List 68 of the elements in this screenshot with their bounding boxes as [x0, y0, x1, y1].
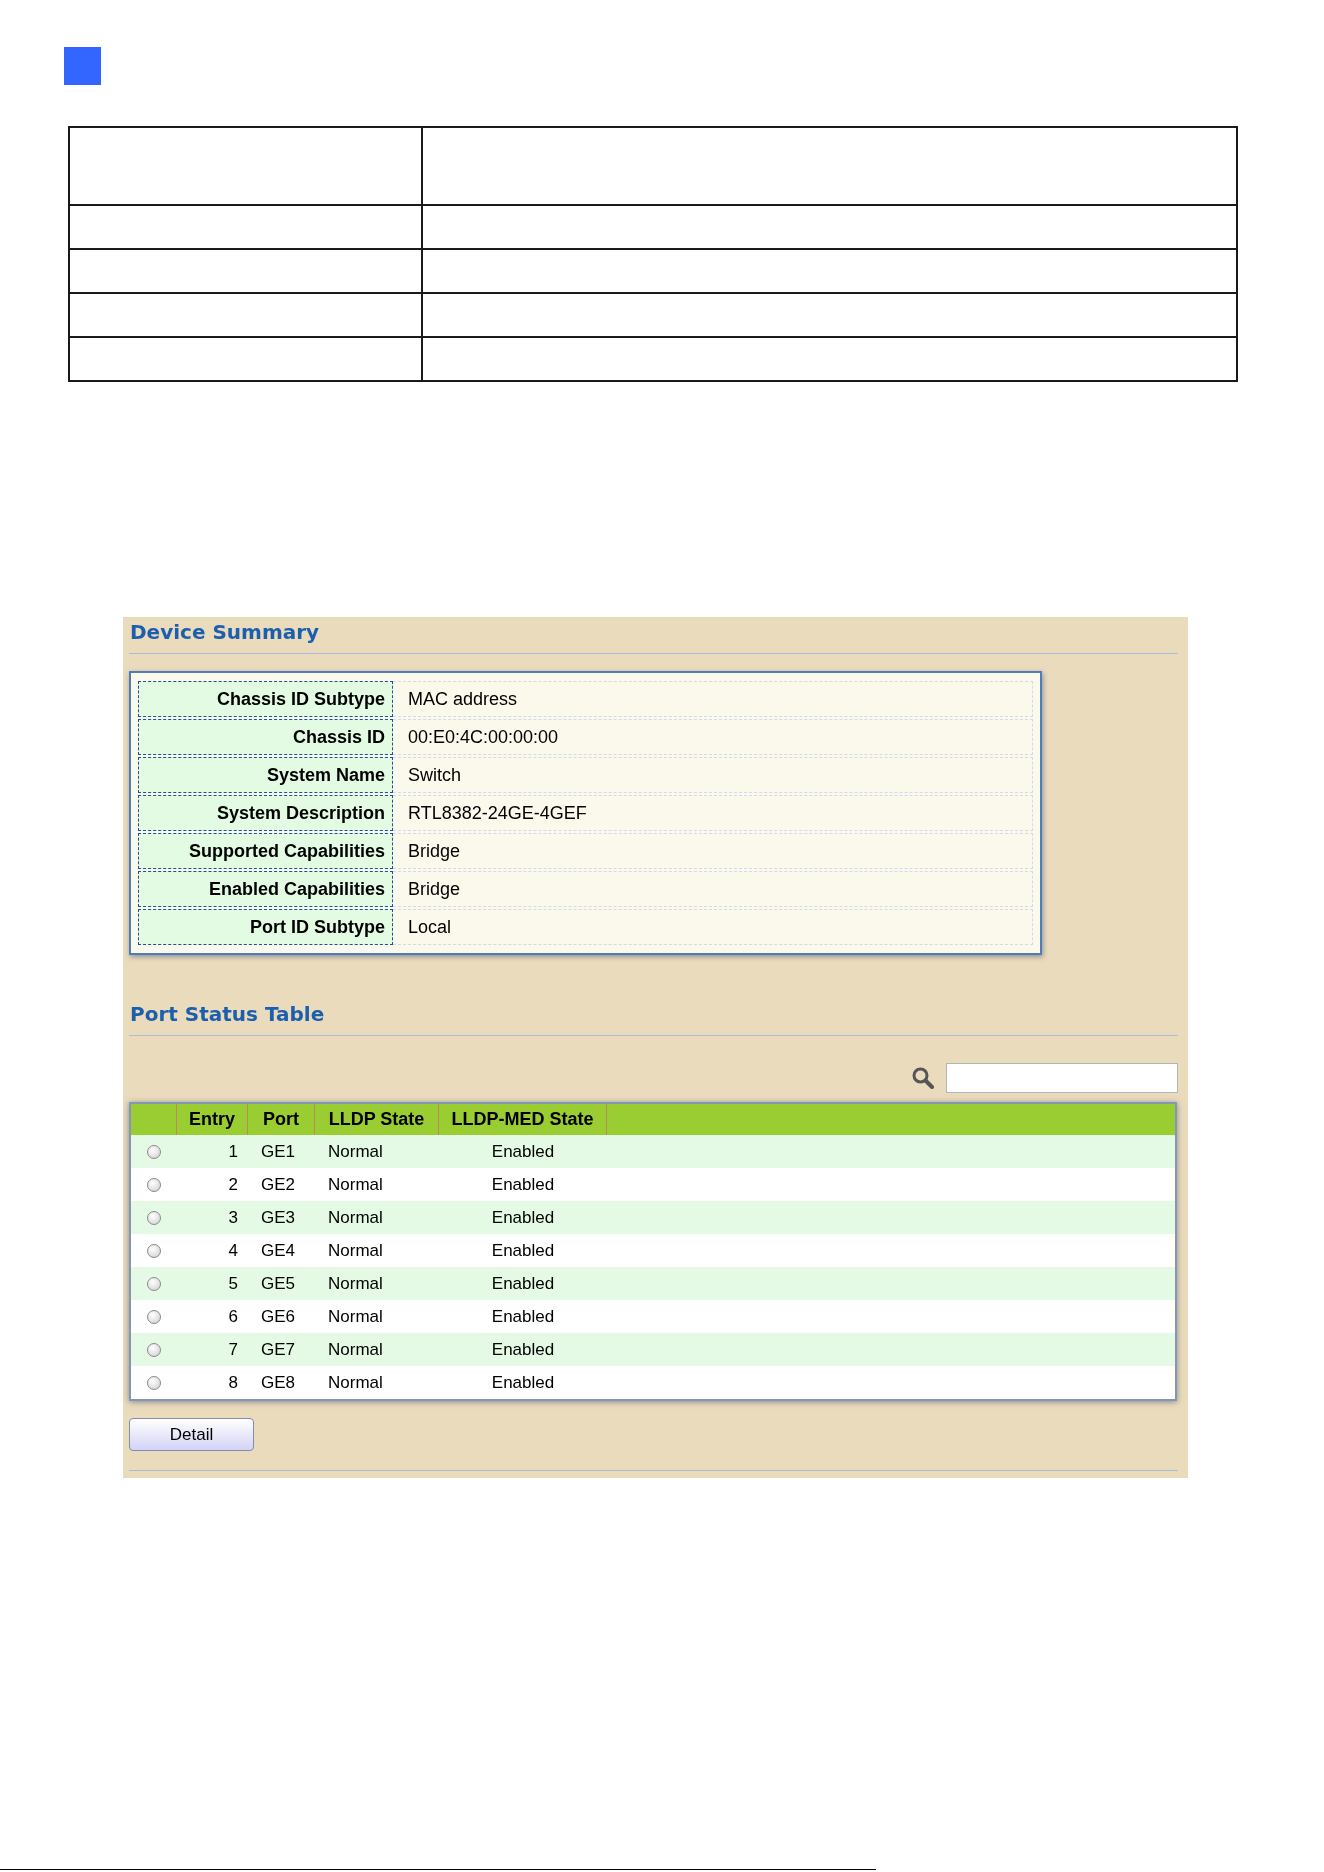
section-title: Device Summary [129, 619, 321, 645]
table-cell-text: GE5 [260, 1273, 297, 1295]
search-field[interactable] [946, 1063, 1178, 1093]
table-row[interactable]: 4 GE4 Normal Enabled [131, 1234, 1175, 1267]
field-value: MAC address [393, 681, 1033, 717]
section-title: Port Status Table [129, 1001, 326, 1027]
table-row[interactable]: 7 GE7 Normal Enabled [131, 1333, 1175, 1366]
table-row[interactable]: 1 GE1 Normal Enabled [131, 1135, 1175, 1168]
field-label: Enabled Capabilities [138, 871, 393, 907]
radio-button[interactable] [147, 1144, 161, 1159]
table-cell-text: Normal [327, 1306, 384, 1328]
table-cell-text: Normal [327, 1240, 384, 1262]
field-value: 00:E0:4C:00:00:00 [393, 719, 1033, 755]
table-cell-text: Enabled [490, 1207, 556, 1229]
table-cell-text: GE7 [260, 1339, 297, 1361]
field-value: Bridge [393, 833, 1033, 869]
table-cell-text: Normal [327, 1273, 384, 1295]
field-value: Bridge [393, 871, 1033, 907]
table-cell-text: 8 [227, 1372, 239, 1394]
table-cell-text: 6 [227, 1306, 239, 1328]
radio-button[interactable] [147, 1342, 161, 1357]
table-cell-text: 1 [227, 1141, 239, 1163]
table-cell-text: Enabled [490, 1306, 556, 1328]
table-cell-text: Normal [327, 1174, 384, 1196]
table-cell-text: Enabled [490, 1141, 556, 1163]
field-value: RTL8382-24GE-4GEF [393, 795, 1033, 831]
table-cell-text: 5 [227, 1273, 239, 1295]
table-cell-text: Enabled [490, 1372, 556, 1394]
table-row[interactable]: 8 GE8 Normal Enabled [131, 1366, 1175, 1399]
field-label: System Description [138, 795, 393, 831]
table-cell-text: GE3 [260, 1207, 297, 1229]
table-cell-text: GE8 [260, 1372, 297, 1394]
radio-button[interactable] [147, 1210, 161, 1225]
field-label: Supported Capabilities [138, 833, 393, 869]
table-cell-text: 2 [227, 1174, 239, 1196]
table-cell-text: 7 [227, 1339, 239, 1361]
square-bullet-icon [64, 47, 101, 85]
table-cell-text: GE2 [260, 1174, 297, 1196]
table-cell-text: Normal [327, 1372, 384, 1394]
table-cell-text: Enabled [490, 1240, 556, 1262]
field-label: System Name [138, 757, 393, 793]
table-cell-text: Normal [327, 1141, 384, 1163]
radio-button[interactable] [147, 1375, 161, 1390]
table-row[interactable]: 6 GE6 Normal Enabled [131, 1300, 1175, 1333]
table-cell-text: Enabled [490, 1339, 556, 1361]
table-cell-text: GE4 [260, 1240, 297, 1262]
table-cell-text: GE1 [260, 1141, 297, 1163]
table-cell-text: GE6 [260, 1306, 297, 1328]
table-cell-text: Enabled [490, 1174, 556, 1196]
table-cell-text: Normal [327, 1339, 384, 1361]
table-row[interactable]: 3 GE3 Normal Enabled [131, 1201, 1175, 1234]
field-label: Chassis ID [138, 719, 393, 755]
table-cell-text: 3 [227, 1207, 239, 1229]
search-icon[interactable] [912, 1067, 934, 1089]
field-value: Local [393, 909, 1033, 945]
field-value: Switch [393, 757, 1033, 793]
radio-button[interactable] [147, 1276, 161, 1291]
radio-button[interactable] [147, 1177, 161, 1192]
table-cell-text: Normal [327, 1207, 384, 1229]
field-label: Port ID Subtype [138, 909, 393, 945]
radio-button[interactable] [147, 1243, 161, 1258]
field-label: Chassis ID Subtype [138, 681, 393, 717]
detail-button[interactable]: Detail [129, 1418, 254, 1451]
table-row[interactable]: 2 GE2 Normal Enabled [131, 1168, 1175, 1201]
table-cell-text: Enabled [490, 1273, 556, 1295]
table-row[interactable]: 5 GE5 Normal Enabled [131, 1267, 1175, 1300]
table-cell-text: 4 [227, 1240, 239, 1262]
radio-button[interactable] [147, 1309, 161, 1324]
